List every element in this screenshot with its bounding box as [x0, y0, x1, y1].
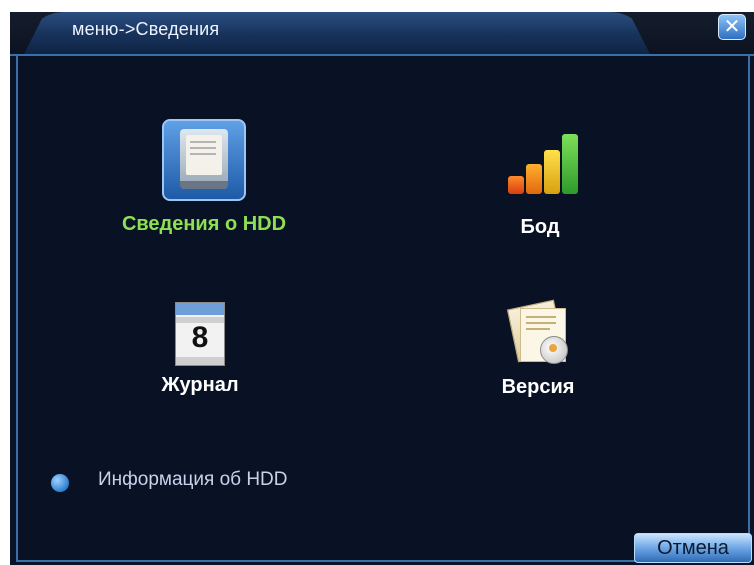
menu-item-version[interactable]: Версия	[468, 299, 608, 399]
menu-item-label: Журнал	[161, 374, 239, 396]
hdd-info-icon	[162, 119, 246, 201]
menu-item-label: Бод	[520, 216, 560, 238]
calendar-icon: 8	[175, 302, 225, 366]
menu-item-label: Сведения о HDD	[121, 213, 287, 235]
bar-chart-icon	[500, 132, 580, 200]
menu-item-label: Версия	[501, 376, 575, 398]
version-document-icon	[502, 299, 574, 366]
menu-item-hdd-info[interactable]: Сведения о HDD	[104, 119, 304, 236]
calendar-day: 8	[191, 321, 209, 354]
info-icon	[51, 474, 69, 492]
status-hint: Информация об HDD	[98, 469, 288, 490]
menu-item-baud[interactable]: Бод	[460, 132, 620, 239]
close-button[interactable]: ✕	[718, 14, 746, 40]
cancel-button[interactable]: Отмена	[634, 533, 752, 563]
window-title: меню->Сведения	[72, 19, 220, 39]
info-dialog: меню->Сведения ✕ Сведения о HDD Бод 8 Жу…	[10, 12, 754, 565]
title-bar: меню->Сведения ✕	[10, 12, 754, 56]
menu-item-log[interactable]: 8 Журнал	[130, 302, 270, 397]
